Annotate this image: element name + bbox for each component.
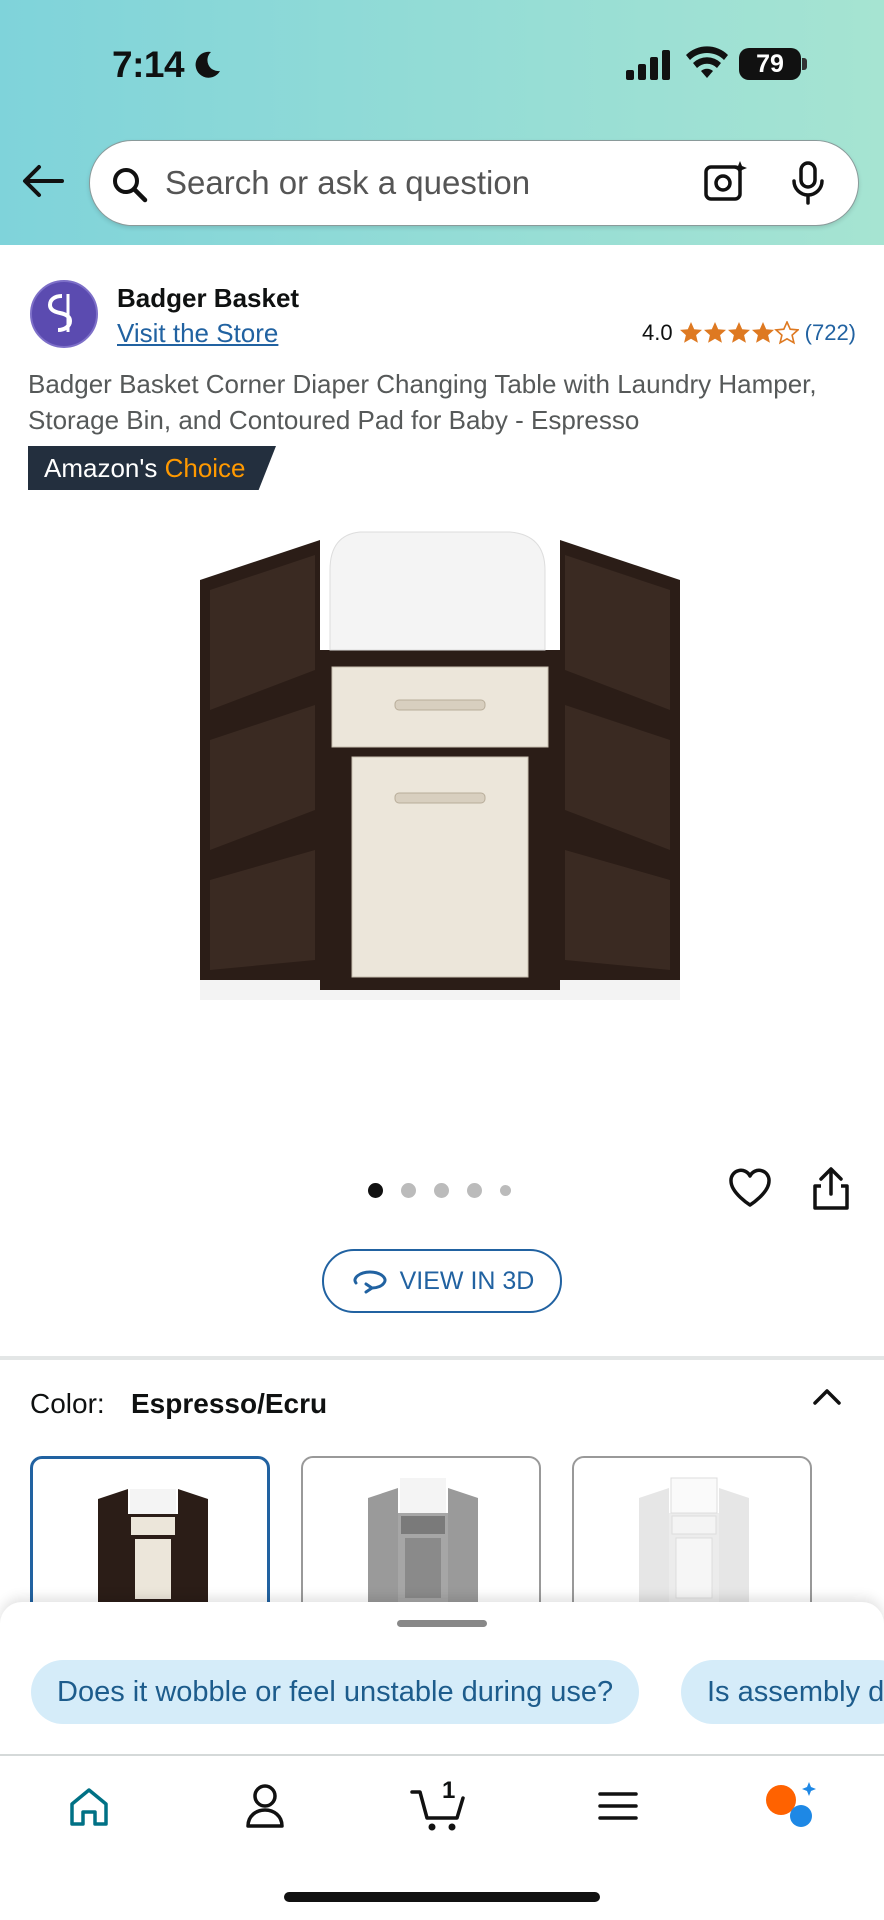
carousel-dot-3[interactable] bbox=[434, 1183, 449, 1198]
badge-highlight: Choice bbox=[164, 453, 246, 483]
account-icon[interactable] bbox=[245, 1782, 285, 1828]
color-selected-value: Espresso/Ecru bbox=[131, 1388, 328, 1419]
view-in-3d-label: VIEW IN 3D bbox=[399, 1266, 535, 1295]
color-swatch-espresso[interactable] bbox=[30, 1456, 270, 1616]
carousel-dot-2[interactable] bbox=[401, 1183, 416, 1198]
moon-icon bbox=[195, 51, 220, 78]
carousel-dot-1[interactable] bbox=[368, 1183, 383, 1198]
section-divider bbox=[0, 1356, 884, 1360]
product-title: Badger Basket Corner Diaper Changing Tab… bbox=[28, 369, 817, 435]
carousel-dot-5[interactable] bbox=[500, 1185, 511, 1196]
badge-prefix: Amazon's bbox=[44, 453, 158, 483]
color-swatch-gray[interactable] bbox=[301, 1456, 541, 1616]
cart-icon[interactable] bbox=[410, 1786, 470, 1832]
wifi-icon bbox=[686, 46, 728, 78]
share-icon[interactable] bbox=[810, 1166, 852, 1212]
product-page: 7:14 79 Badger Basket Visit the Store 4.… bbox=[0, 0, 884, 1920]
home-icon[interactable] bbox=[67, 1786, 111, 1828]
product-image[interactable] bbox=[180, 510, 700, 1110]
menu-icon[interactable] bbox=[598, 1790, 638, 1822]
color-label: Color: bbox=[30, 1388, 105, 1419]
status-time: 7:14 bbox=[112, 44, 185, 85]
camera-search-icon[interactable] bbox=[702, 159, 748, 205]
rating-summary[interactable]: 4.0 (722) bbox=[642, 320, 856, 346]
color-swatch-white[interactable] bbox=[572, 1456, 812, 1616]
search-bar[interactable] bbox=[89, 140, 859, 226]
heart-icon[interactable] bbox=[728, 1168, 772, 1208]
rufus-icon[interactable] bbox=[763, 1780, 819, 1830]
question-chip-2[interactable]: Is assembly d bbox=[681, 1660, 884, 1724]
search-icon bbox=[113, 168, 148, 203]
brand-name: Badger Basket bbox=[117, 283, 300, 313]
visit-store-link[interactable]: Visit the Store bbox=[117, 318, 278, 349]
signal-icon bbox=[626, 50, 670, 80]
back-arrow-icon[interactable] bbox=[22, 164, 64, 198]
microphone-icon[interactable] bbox=[790, 161, 826, 205]
search-input[interactable] bbox=[165, 159, 725, 207]
cart-count: 1 bbox=[442, 1777, 456, 1804]
rating-value: 4.0 bbox=[642, 320, 673, 345]
rating-count: (722) bbox=[804, 320, 856, 345]
home-indicator bbox=[284, 1892, 600, 1902]
chevron-up-icon[interactable] bbox=[812, 1386, 842, 1406]
carousel-dot-4[interactable] bbox=[467, 1183, 482, 1198]
brand-logo[interactable] bbox=[30, 280, 98, 348]
battery-indicator: 79 bbox=[739, 48, 801, 80]
sheet-grab-handle[interactable] bbox=[397, 1620, 487, 1627]
header: 7:14 79 bbox=[0, 0, 884, 245]
amazons-choice-badge: Amazon's Choice bbox=[28, 446, 276, 490]
battery-tip bbox=[802, 58, 807, 70]
question-chip-1[interactable]: Does it wobble or feel unstable during u… bbox=[31, 1660, 640, 1724]
star-rating-icon bbox=[679, 321, 799, 345]
rotate-3d-icon bbox=[353, 1270, 387, 1294]
carousel-dots[interactable] bbox=[368, 1183, 511, 1198]
suggested-questions-sheet: Does it wobble or feel unstable during u… bbox=[0, 1602, 884, 1754]
view-in-3d-button[interactable]: VIEW IN 3D bbox=[322, 1249, 562, 1313]
